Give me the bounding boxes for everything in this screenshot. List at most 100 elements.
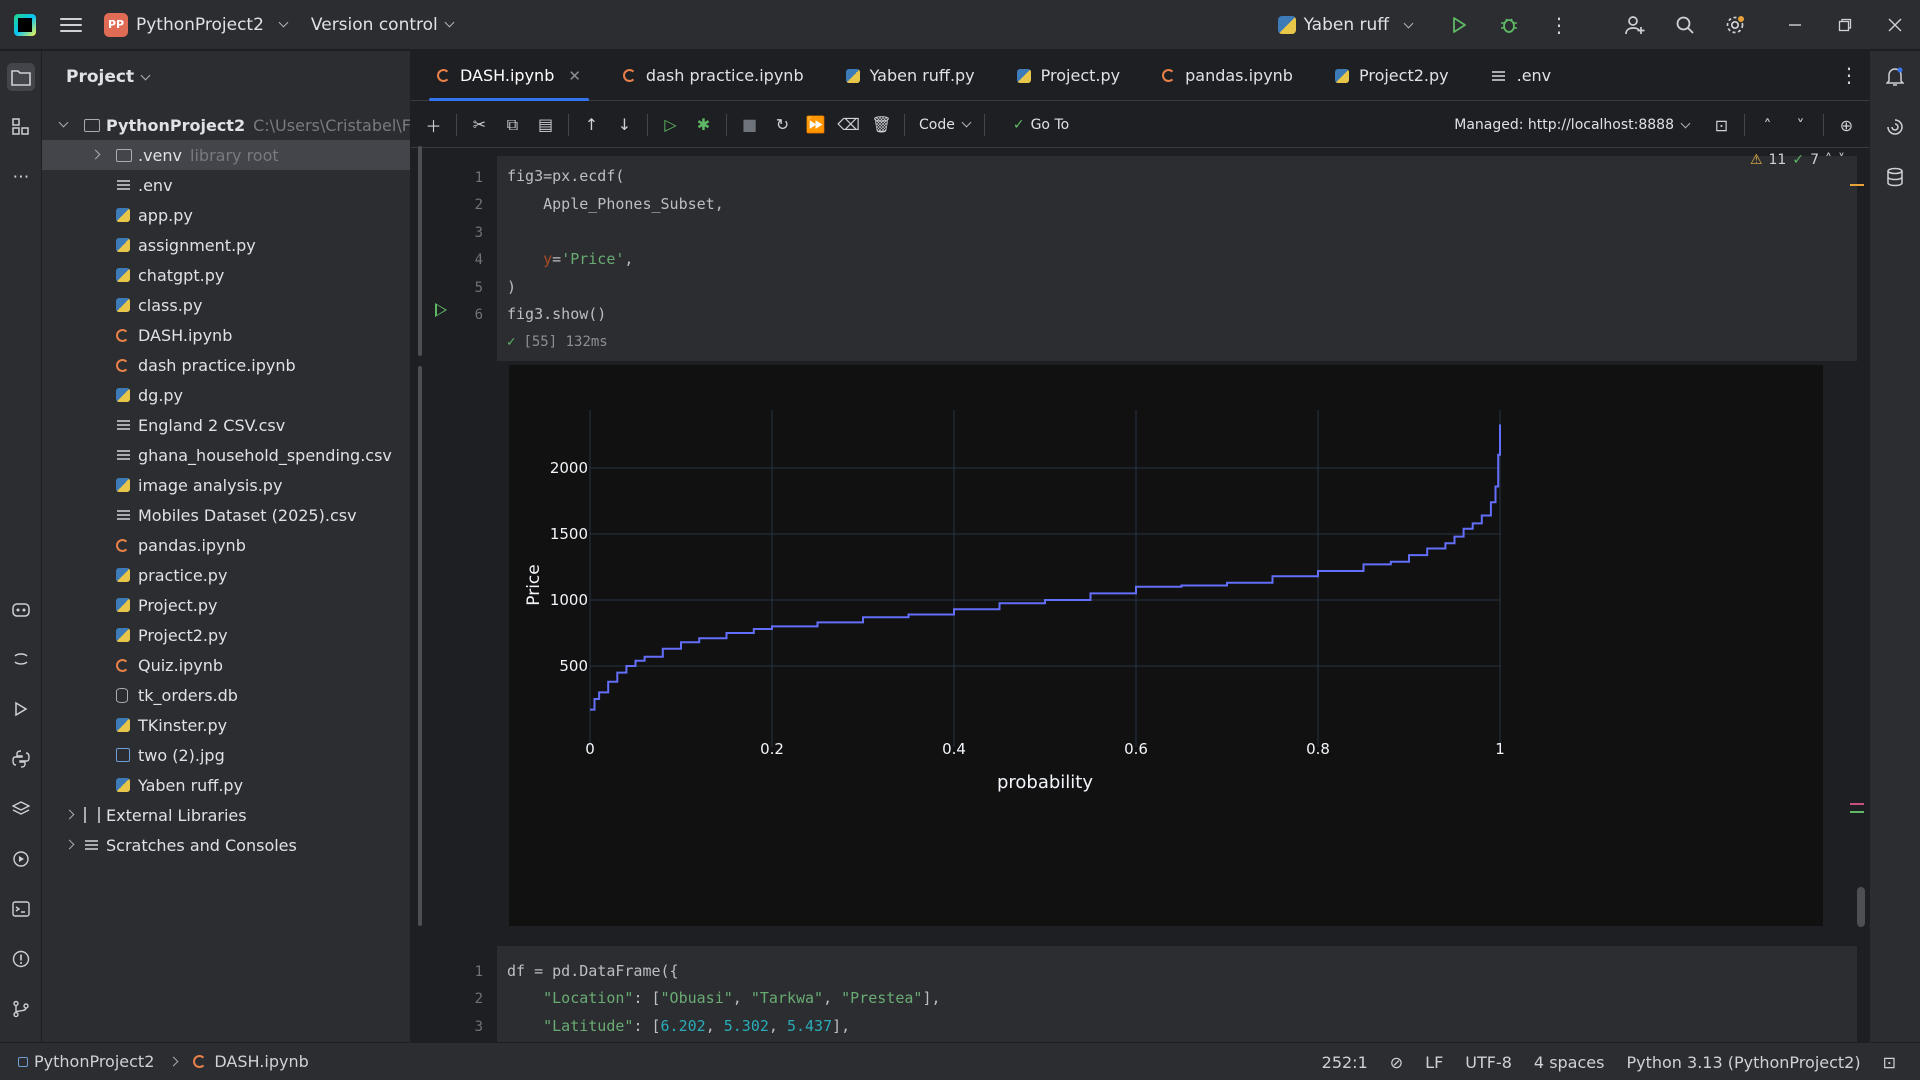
tree-item-file[interactable]: image analysis.py — [42, 470, 410, 500]
next-cell-button[interactable]: ˅ — [1784, 102, 1817, 148]
tree-item-file[interactable]: DASH.ipynb — [42, 320, 410, 350]
lock-icon[interactable]: ⊡ — [1883, 1053, 1896, 1072]
breadcrumb-project[interactable]: PythonProject2 — [34, 1052, 154, 1071]
editor-tab[interactable]: dash practice.ipynb — [607, 51, 820, 101]
readonly-toggle-icon[interactable]: ⊘ — [1390, 1053, 1403, 1072]
cell-type-select[interactable]: Code — [919, 117, 972, 133]
tree-item-file[interactable]: Project2.py — [42, 620, 410, 650]
terminal-button[interactable]: ⊡ — [1705, 102, 1738, 148]
more-tools-button[interactable]: ⋯ — [7, 163, 35, 191]
move-down-button[interactable]: ↓ — [608, 102, 641, 148]
tree-item-file[interactable]: dg.py — [42, 380, 410, 410]
add-cell-button[interactable]: ＋ — [417, 102, 450, 148]
debug-button[interactable] — [1484, 0, 1534, 50]
delete-cell-button[interactable]: 🗑 — [865, 102, 898, 148]
editor-tab[interactable]: pandas.ipynb — [1146, 51, 1309, 101]
editor-tab[interactable]: .env — [1475, 51, 1568, 101]
paste-cell-button[interactable]: ▤ — [529, 102, 562, 148]
python-packages-button[interactable] — [7, 745, 35, 773]
breadcrumb-file[interactable]: DASH.ipynb — [214, 1052, 308, 1071]
git-tool-button[interactable] — [7, 995, 35, 1023]
tree-item-file[interactable]: chatgpt.py — [42, 260, 410, 290]
tree-item-file[interactable]: Mobiles Dataset (2025).csv — [42, 500, 410, 530]
copy-cell-button[interactable]: ⧉ — [496, 102, 529, 148]
indent-setting[interactable]: 4 spaces — [1534, 1053, 1605, 1072]
database-button[interactable] — [1881, 163, 1909, 191]
structure-tool-button[interactable] — [7, 113, 35, 141]
problems-tool-button[interactable] — [7, 945, 35, 973]
chevron-down-icon[interactable]: ˅ — [1838, 152, 1845, 168]
tree-item-file[interactable]: ghana_household_spending.csv — [42, 440, 410, 470]
tree-item-file[interactable]: pandas.ipynb — [42, 530, 410, 560]
main-menu-icon[interactable] — [60, 14, 82, 36]
debug-cell-button[interactable]: ✱ — [687, 102, 720, 148]
terminal-tool-button[interactable] — [7, 895, 35, 923]
tree-item-file[interactable]: Yaben ruff.py — [42, 770, 410, 800]
jupyter-tool-button[interactable] — [7, 645, 35, 673]
interpreter-selector[interactable]: Python 3.13 (PythonProject2) — [1626, 1053, 1860, 1072]
stop-kernel-button[interactable]: ■ — [733, 102, 766, 148]
ai-assistant-button[interactable] — [7, 595, 35, 623]
change-marker[interactable] — [1850, 811, 1864, 813]
prev-cell-button[interactable]: ˄ — [1751, 102, 1784, 148]
file-encoding[interactable]: UTF-8 — [1465, 1053, 1512, 1072]
tree-item-file[interactable]: practice.py — [42, 560, 410, 590]
jupyter-server-select[interactable]: Managed: http://localhost:8888 — [1454, 117, 1691, 133]
tree-item-file[interactable]: .env — [42, 170, 410, 200]
tree-item-file[interactable]: app.py — [42, 200, 410, 230]
tree-item-file[interactable]: Quiz.ipynb — [42, 650, 410, 680]
tree-item-file[interactable]: Project.py — [42, 590, 410, 620]
editor-tab[interactable]: DASH.ipynb ✕ — [421, 51, 597, 101]
cut-cell-button[interactable]: ✂ — [463, 102, 496, 148]
project-panel-header[interactable]: Project — [42, 51, 410, 103]
tree-item-file[interactable]: England 2 CSV.csv — [42, 410, 410, 440]
notifications-button[interactable] — [1881, 63, 1909, 91]
restart-kernel-button[interactable]: ↻ — [766, 102, 799, 148]
run-tool-button[interactable] — [7, 695, 35, 723]
run-cell-gutter-icon[interactable] — [435, 303, 447, 317]
minimize-button[interactable] — [1770, 0, 1820, 50]
close-tab-icon[interactable]: ✕ — [568, 67, 581, 85]
tree-item-file[interactable]: tk_orders.db — [42, 680, 410, 710]
editor-tab[interactable]: Project2.py — [1319, 51, 1465, 101]
cursor-position[interactable]: 252:1 — [1322, 1053, 1368, 1072]
project-tool-button[interactable] — [7, 63, 35, 91]
code-with-me-button[interactable] — [1610, 0, 1660, 50]
tree-item-file[interactable]: two (2).jpg — [42, 740, 410, 770]
editor-tab[interactable]: Yaben ruff.py — [830, 51, 991, 101]
tree-item-file[interactable]: class.py — [42, 290, 410, 320]
tree-item-scratches[interactable]: Scratches and Consoles — [42, 830, 410, 860]
globe-button[interactable]: ⊕ — [1830, 102, 1863, 148]
inspection-widget[interactable]: ⚠ 11 ✓ 7 ˄ ˅ — [1750, 152, 1845, 168]
more-vertical-icon[interactable]: ⋮ — [1839, 63, 1859, 87]
ai-chat-button[interactable] — [1881, 113, 1909, 141]
settings-button[interactable] — [1710, 0, 1760, 50]
project-selector[interactable]: PP PythonProject2 — [104, 12, 289, 37]
code-cell-1[interactable] — [497, 156, 1857, 361]
goto-button[interactable]: ✓ Go To — [1013, 117, 1069, 133]
services-tool-button[interactable] — [7, 845, 35, 873]
layers-tool-button[interactable] — [7, 795, 35, 823]
move-up-button[interactable]: ↑ — [575, 102, 608, 148]
tree-item-file[interactable]: assignment.py — [42, 230, 410, 260]
version-control-menu[interactable]: Version control — [311, 15, 455, 35]
error-marker[interactable] — [1850, 803, 1864, 805]
clear-outputs-button[interactable]: ⌫ — [832, 102, 865, 148]
editor-tab[interactable]: Project.py — [1001, 51, 1136, 101]
restore-button[interactable] — [1820, 0, 1870, 50]
tree-item-external-libraries[interactable]: External Libraries — [42, 800, 410, 830]
line-separator[interactable]: LF — [1425, 1053, 1443, 1072]
warning-marker[interactable] — [1850, 184, 1864, 186]
run-button[interactable] — [1434, 0, 1484, 50]
search-button[interactable] — [1660, 0, 1710, 50]
tree-item-venv[interactable]: .venv library root — [42, 140, 410, 170]
tree-item-file[interactable]: TKinster.py — [42, 710, 410, 740]
tree-item-file[interactable]: dash practice.ipynb — [42, 350, 410, 380]
editor-scrollbar[interactable] — [1857, 887, 1865, 927]
tree-root-folder[interactable]: PythonProject2 C:\Users\Cristabel\F — [42, 110, 410, 140]
run-all-button[interactable]: ⏩ — [799, 102, 832, 148]
run-cell-button[interactable]: ▷ — [654, 102, 687, 148]
more-actions-button[interactable]: ⋮ — [1534, 0, 1584, 50]
run-configuration-selector[interactable]: Yaben ruff — [1277, 15, 1414, 35]
chevron-up-icon[interactable]: ˄ — [1825, 152, 1832, 168]
